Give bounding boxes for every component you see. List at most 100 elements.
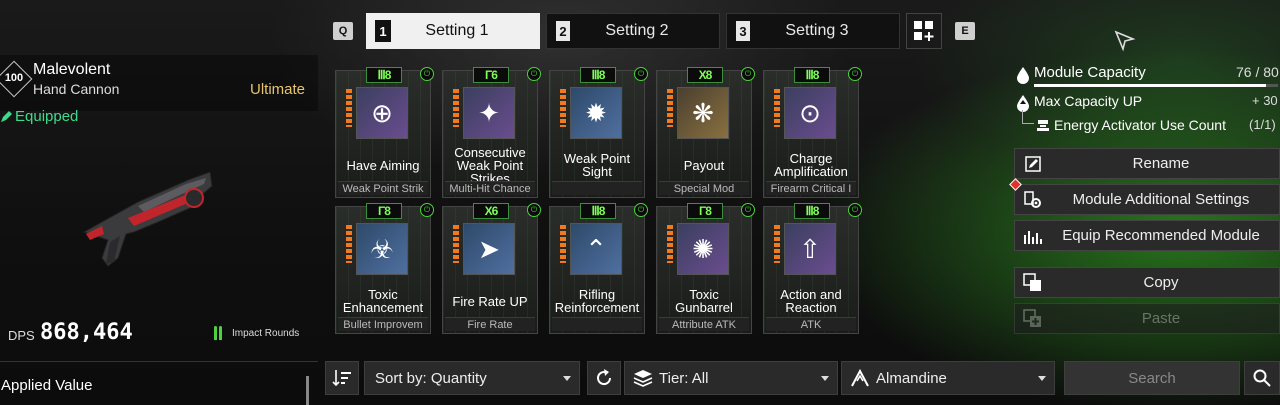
module-cost: Γ6: [473, 67, 509, 83]
socket-dropdown[interactable]: Almandine: [841, 361, 1055, 395]
module-name: Fire Rate UP: [452, 293, 528, 309]
equip-recommended-button[interactable]: Equip Recommended Module: [1014, 220, 1280, 251]
module-card[interactable]: Γ6 ⏻ ✦ Consecutive Weak Point Strikes Multi-…: [442, 67, 541, 198]
module-category: [552, 181, 642, 195]
search-button[interactable]: [1244, 361, 1280, 395]
module-name: Weak Point Sight: [563, 151, 631, 179]
module-cost: X8: [687, 67, 723, 83]
chevron-down-icon: [1038, 376, 1046, 381]
copy-label: Copy: [1143, 274, 1179, 291]
dps-label: DPS: [8, 328, 35, 343]
equip-recommended-label: Equip Recommended Module: [1062, 227, 1260, 244]
level-value: 100: [4, 72, 24, 84]
refresh-icon: [597, 369, 612, 386]
crosshair-icon: ⊕: [356, 87, 408, 139]
socket-type-icon: ⏻: [741, 67, 755, 81]
module-card[interactable]: Ⅲ8 ⏻ ⌃ Rifling Reinforcement: [549, 203, 648, 334]
pencil-icon: [1, 110, 12, 122]
weapon-name: Malevolent: [33, 61, 111, 78]
module-card[interactable]: Ⅲ8 ⏻ ⊕ Have Aiming Weak Point Strik: [335, 67, 434, 198]
module-name: Toxic Gunbarrel: [675, 287, 733, 315]
module-cost: Γ8: [687, 203, 723, 219]
module-name: Rifling Reinforcement: [554, 287, 640, 315]
module-card[interactable]: Ⅲ8 ⏻ ✹ Weak Point Sight: [549, 67, 648, 198]
module-cost: Ⅲ8: [580, 67, 616, 83]
module-category: ATK: [766, 317, 856, 331]
hand-cannon-image: [82, 171, 213, 267]
module-category: Firearm Critical I: [766, 181, 856, 195]
add-grid-icon: [914, 21, 934, 41]
dps-value: 868,464: [40, 320, 133, 345]
next-tab-key[interactable]: E: [955, 22, 975, 40]
search-placeholder: Search: [1128, 369, 1176, 387]
module-level-bars: [560, 225, 566, 263]
module-level-bars: [346, 225, 352, 263]
socket-type-icon: ⏻: [420, 203, 434, 217]
rename-button[interactable]: Rename: [1014, 148, 1280, 179]
add-setting-button[interactable]: [906, 13, 942, 49]
bar-chart-icon: [1023, 226, 1043, 246]
tab-setting-3[interactable]: 3 Setting 3: [726, 13, 900, 49]
copy-icon: [1023, 272, 1043, 293]
rename-label: Rename: [1132, 155, 1190, 172]
settings-gear-icon: [1023, 190, 1043, 210]
module-category: Weak Point Strik: [338, 181, 428, 195]
equipped-label: Equipped: [15, 108, 79, 125]
module-card[interactable]: Γ8 ⏻ ☣ Toxic Enhancement Bullet Improvem: [335, 203, 434, 334]
reaction-icon: ⇧: [784, 223, 836, 275]
ammo-type: Impact Rounds: [232, 328, 300, 339]
chevron-down-icon: [563, 376, 571, 381]
tab-label: Setting 2: [605, 22, 669, 39]
mouse-cursor-icon: [1114, 30, 1136, 52]
module-card[interactable]: Γ8 ⏻ ✺ Toxic Gunbarrel Attribute ATK: [656, 203, 755, 334]
capacity-value: 76 / 80: [1236, 64, 1279, 80]
tab-label: Setting 1: [425, 22, 489, 39]
module-card[interactable]: Ⅲ8 ⏻ ⊙ Charge Amplification Firearm Critical…: [763, 67, 862, 198]
search-input[interactable]: Search: [1064, 361, 1240, 395]
almandine-socket-icon: [851, 369, 869, 387]
module-name: Consecutive Weak Point Strikes: [454, 144, 526, 186]
tree-connector: [1022, 110, 1034, 124]
tier-value: Tier: All: [659, 369, 709, 387]
edit-icon: [1023, 154, 1043, 174]
module-name: Action and Reaction: [780, 287, 842, 315]
module-category: Attribute ATK: [659, 317, 749, 331]
reset-filter-button[interactable]: [587, 361, 621, 395]
max-capacity-value: + 30: [1252, 93, 1278, 108]
module-additional-settings-button[interactable]: Module Additional Settings: [1014, 184, 1280, 215]
module-card[interactable]: X6 ⏻ ➤ Fire Rate UP Fire Rate: [442, 203, 541, 334]
module-cost: Ⅲ8: [580, 203, 616, 219]
paste-button[interactable]: Paste: [1014, 303, 1280, 334]
weapon-type: Hand Cannon: [33, 81, 120, 97]
toxic-icon: ☣: [356, 223, 408, 275]
scrollbar[interactable]: [306, 376, 309, 405]
bullets-icon: ➤: [463, 223, 515, 275]
module-level-bars: [667, 225, 673, 263]
module-category: Bullet Improvem: [338, 317, 428, 331]
module-cost: Ⅲ8: [794, 67, 830, 83]
shatter-icon: ✦: [463, 87, 515, 139]
socket-type-icon: ⏻: [634, 203, 648, 217]
gunbarrel-icon: ✺: [677, 223, 729, 275]
tab-number: 2: [555, 20, 571, 42]
copy-button[interactable]: Copy: [1014, 267, 1280, 298]
prev-tab-key[interactable]: Q: [333, 22, 353, 40]
capacity-bar-fill: [1034, 84, 1266, 87]
tier-dropdown[interactable]: Tier: All: [624, 361, 838, 395]
tab-number: 3: [735, 20, 751, 42]
rifling-icon: ⌃: [570, 223, 622, 275]
socket-type-icon: ⏻: [741, 203, 755, 217]
tab-label: Setting 3: [785, 22, 849, 39]
module-name: Charge Amplification: [774, 151, 848, 179]
sort-order-button[interactable]: [325, 361, 359, 395]
additional-settings-label: Module Additional Settings: [1072, 191, 1250, 208]
tab-setting-1[interactable]: 1 Setting 1: [366, 13, 540, 49]
burst-icon: ✹: [570, 87, 622, 139]
activator-icon: [1037, 120, 1049, 131]
module-card[interactable]: X8 ⏻ ❋ Payout Special Mod: [656, 67, 755, 198]
module-card[interactable]: Ⅲ8 ⏻ ⇧ Action and Reaction ATK: [763, 203, 862, 334]
sort-dropdown[interactable]: Sort by: Quantity: [364, 361, 580, 395]
socket-type-icon: ⏻: [527, 203, 541, 217]
tab-setting-2[interactable]: 2 Setting 2: [546, 13, 720, 49]
applied-value-heading: Applied Value: [1, 377, 93, 394]
